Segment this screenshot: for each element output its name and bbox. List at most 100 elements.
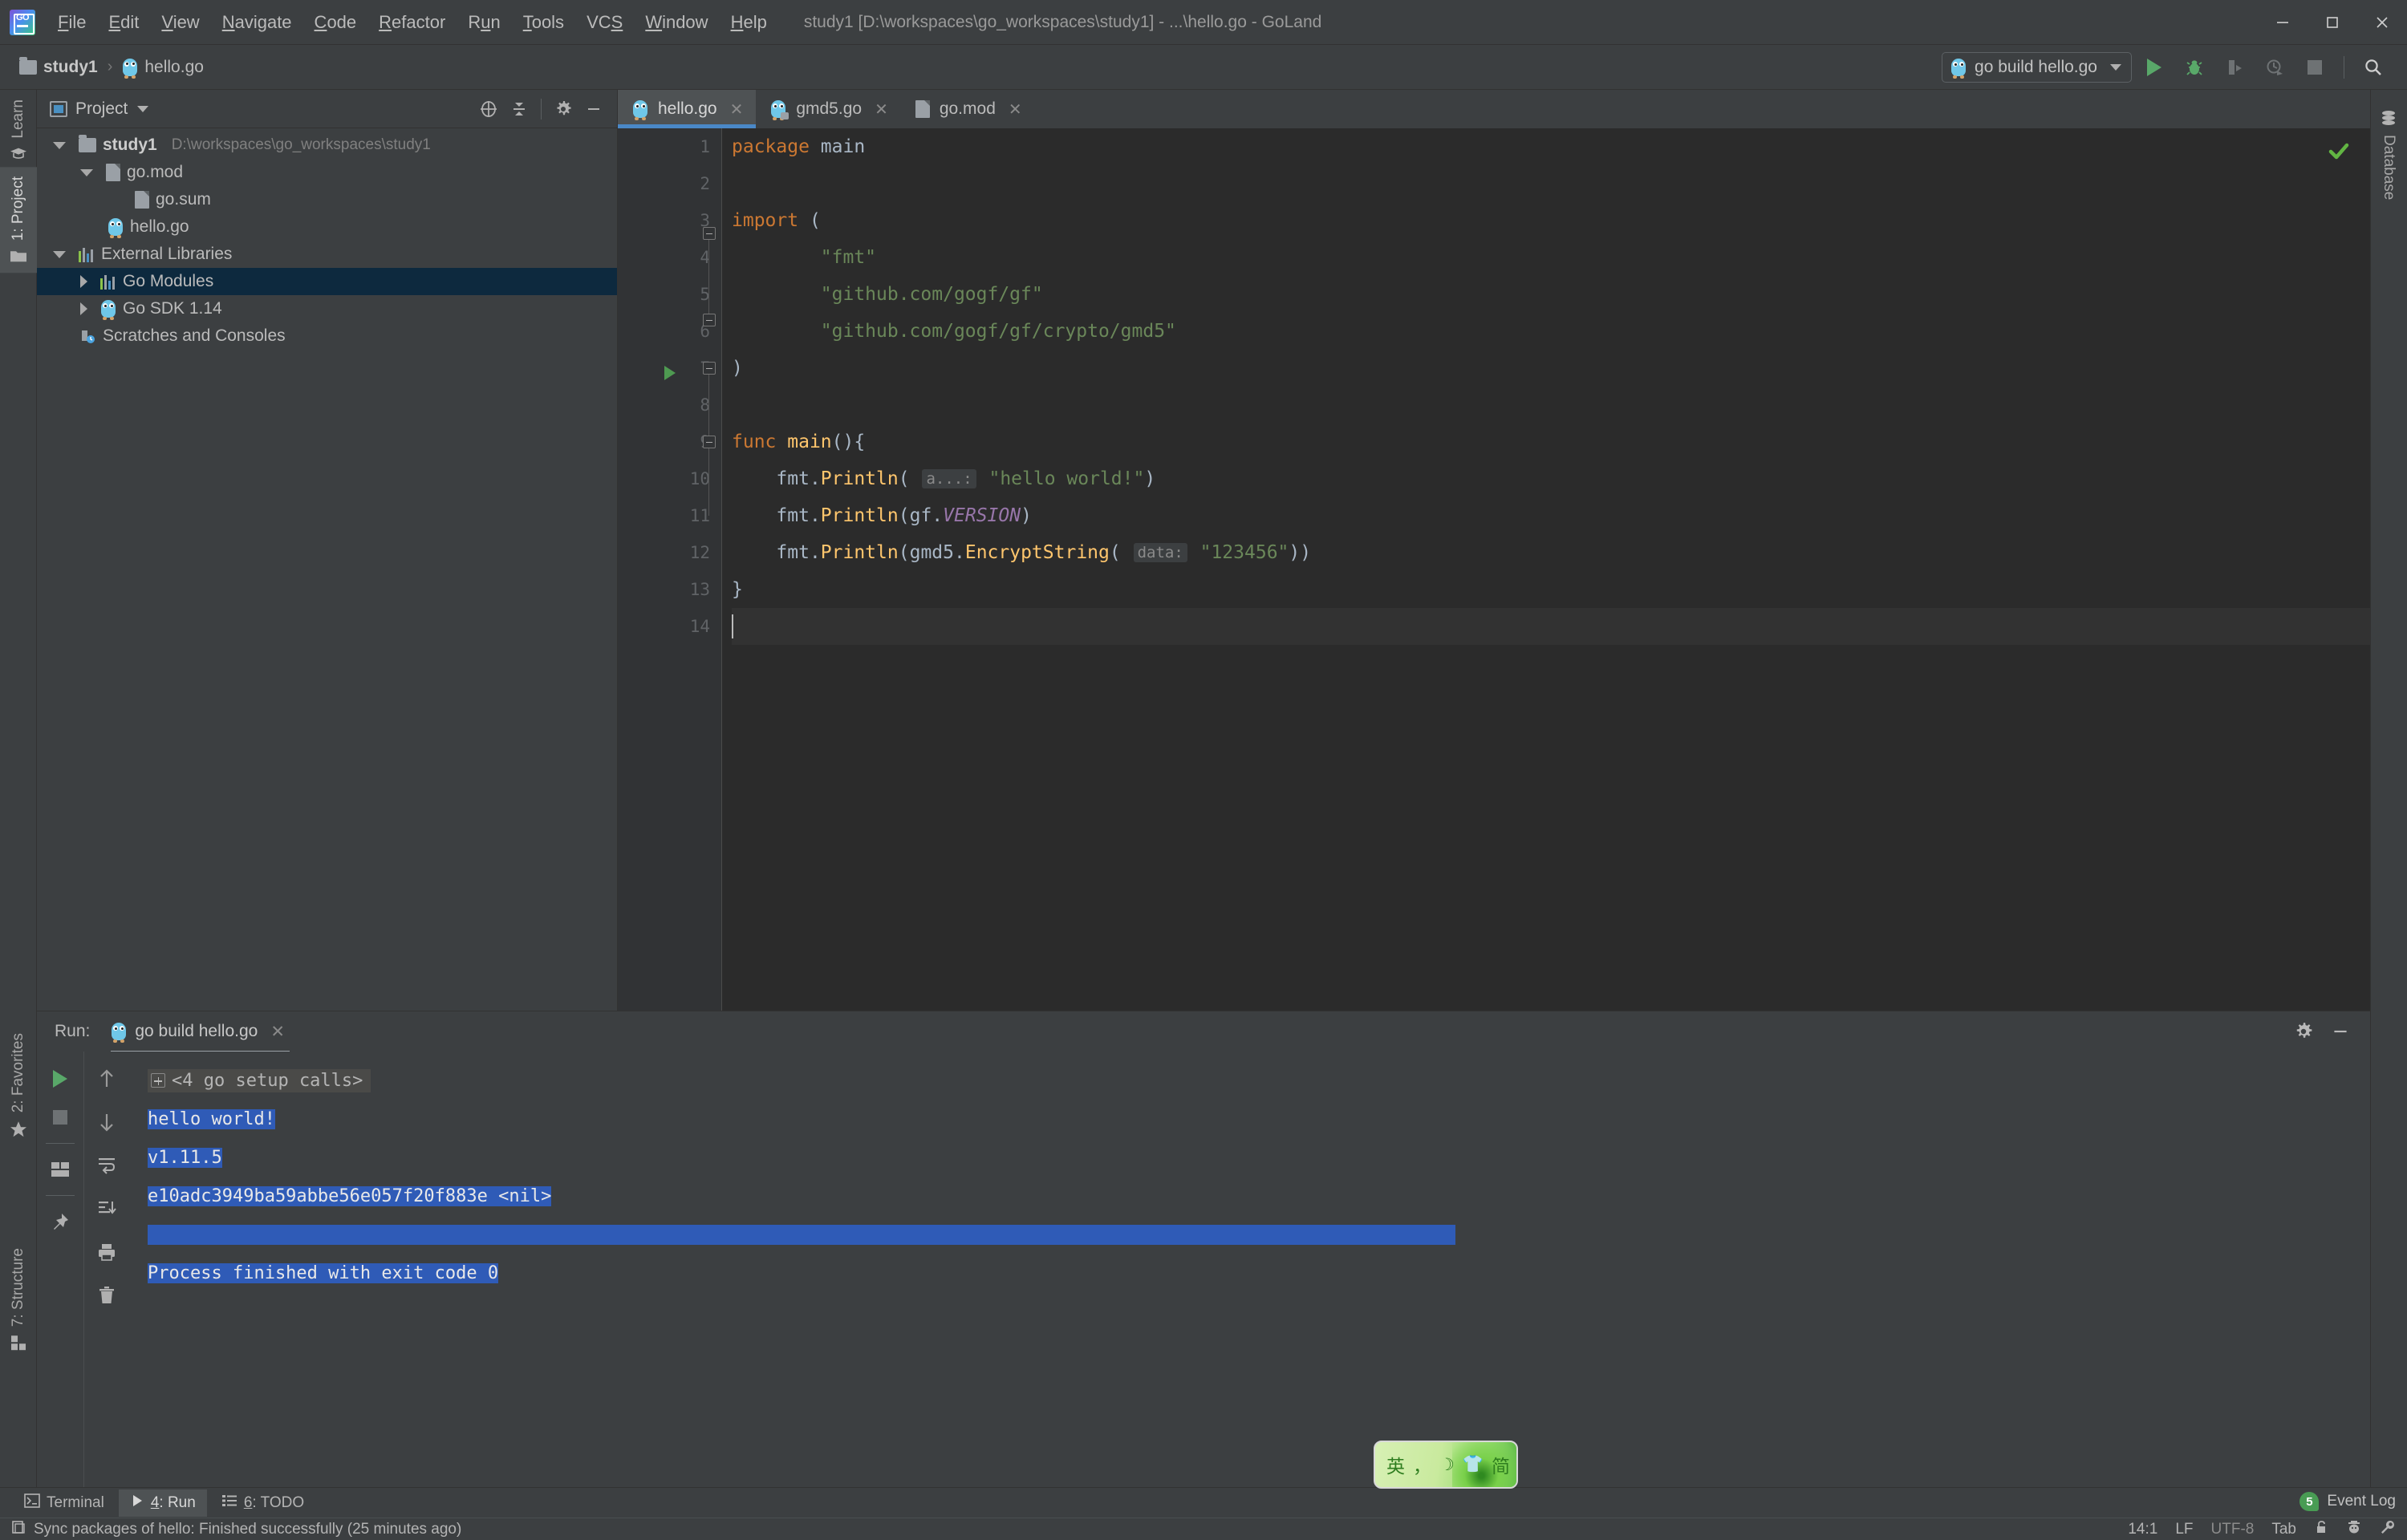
run-settings-button[interactable]: [2290, 1018, 2317, 1045]
console-output-line[interactable]: e10adc3949ba59abbe56e057f20f883e <nil>: [148, 1177, 2370, 1215]
expand-twisty-closed-icon[interactable]: [80, 275, 87, 288]
breadcrumb-item-file[interactable]: hello.go: [122, 57, 204, 78]
code-line-8[interactable]: [732, 387, 2370, 424]
console-output-line[interactable]: hello world!: [148, 1100, 2370, 1138]
layout-button[interactable]: [43, 1152, 78, 1187]
close-button[interactable]: [2357, 0, 2407, 45]
sidebar-item-database[interactable]: Database: [2370, 98, 2407, 211]
run-configuration-selector[interactable]: go build hello.go: [1942, 52, 2132, 83]
code-line-2[interactable]: [732, 165, 2370, 202]
code-line-13[interactable]: }: [732, 571, 2370, 608]
close-icon[interactable]: ✕: [1009, 99, 1022, 120]
run-gutter-icon[interactable]: [664, 366, 676, 380]
menu-item-run[interactable]: Run: [457, 9, 511, 36]
code-line-14[interactable]: [732, 608, 2370, 645]
menu-item-view[interactable]: View: [150, 9, 210, 36]
menu-item-refactor[interactable]: Refactor: [367, 9, 457, 36]
pin-tab-button[interactable]: [43, 1204, 78, 1239]
collapse-all-button[interactable]: [505, 95, 533, 123]
menu-item-vcs[interactable]: VCS: [575, 9, 634, 36]
menu-item-edit[interactable]: Edit: [97, 9, 150, 36]
tree-node-go-modules-hello[interactable]: Go Modules: [37, 268, 617, 295]
editor-tab-gmd5-go[interactable]: gmd5.go✕: [756, 90, 901, 128]
hide-panel-button[interactable]: [580, 95, 607, 123]
stop-button[interactable]: [2297, 50, 2332, 85]
down-button[interactable]: [89, 1104, 124, 1140]
menu-item-tools[interactable]: Tools: [512, 9, 575, 36]
code-line-5[interactable]: "github.com/gogf/gf": [732, 276, 2370, 313]
console-fold-region[interactable]: <4 go setup calls>: [148, 1069, 371, 1092]
hector-inspector-icon[interactable]: [2346, 1520, 2362, 1539]
code-editor[interactable]: 1234567891011121314 package main import (…: [618, 128, 2370, 1011]
expand-plus-icon[interactable]: [151, 1073, 165, 1088]
project-panel-title[interactable]: Project: [50, 99, 148, 119]
menu-item-help[interactable]: Help: [720, 9, 778, 36]
code-line-10[interactable]: fmt.Println( a...: "hello world!"): [732, 460, 2370, 497]
bottom-tab-terminal[interactable]: Terminal: [13, 1489, 116, 1517]
code-line-7[interactable]: ): [732, 350, 2370, 387]
tree-node-scratches-and-consoles[interactable]: Scratches and Consoles: [37, 322, 617, 350]
settings-button[interactable]: [550, 95, 577, 123]
breadcrumb-item-project[interactable]: study1: [19, 58, 98, 77]
run-with-coverage-button[interactable]: [2217, 50, 2252, 85]
clear-all-button[interactable]: [89, 1278, 124, 1313]
code-line-11[interactable]: fmt.Println(gf.VERSION): [732, 497, 2370, 534]
expand-twisty-open-icon[interactable]: [53, 251, 66, 258]
code-line-9[interactable]: func main(){: [732, 424, 2370, 460]
minimize-button[interactable]: [2258, 0, 2308, 45]
soft-wrap-button[interactable]: [89, 1148, 124, 1183]
scroll-to-end-button[interactable]: [89, 1191, 124, 1226]
tree-node-external-libraries[interactable]: External Libraries: [37, 241, 617, 268]
ime-language-bar[interactable]: 英 ， ☽ 👕 简: [1374, 1441, 1518, 1489]
status-message[interactable]: Sync packages of hello: Finished success…: [11, 1520, 461, 1539]
menu-item-window[interactable]: Window: [634, 9, 719, 36]
maximize-button[interactable]: [2308, 0, 2357, 45]
run-button[interactable]: [2137, 50, 2172, 85]
menu-item-file[interactable]: File: [47, 9, 97, 36]
sidebar-item-structure[interactable]: 7: Structure: [0, 1238, 37, 1360]
tree-node-go-sum[interactable]: go.sum: [37, 186, 617, 213]
hide-run-panel-button[interactable]: [2327, 1018, 2354, 1045]
console-output-line[interactable]: [148, 1215, 2370, 1254]
run-console[interactable]: <4 go setup calls> hello world!v1.11.5e10…: [128, 1052, 2370, 1487]
close-icon[interactable]: ✕: [270, 1022, 285, 1042]
expand-twisty-closed-icon[interactable]: [80, 302, 87, 315]
run-tab[interactable]: go build hello.go ✕: [104, 1016, 296, 1047]
close-icon[interactable]: ✕: [730, 99, 744, 120]
fold-region-func-icon[interactable]: [703, 362, 716, 375]
sidebar-item-favorites[interactable]: 2: Favorites: [0, 1023, 37, 1147]
tree-node-hello-go[interactable]: hello.go: [37, 213, 617, 241]
tree-node-go-sdk-1-14[interactable]: Go SDK 1.14: [37, 295, 617, 322]
console-output-line[interactable]: Process finished with exit code 0: [148, 1254, 2370, 1292]
editor-gutter[interactable]: 1234567891011121314: [618, 128, 722, 1011]
close-icon[interactable]: ✕: [875, 99, 888, 120]
up-button[interactable]: [89, 1061, 124, 1096]
indent-setting[interactable]: Tab: [2271, 1521, 2296, 1538]
search-everywhere-button[interactable]: [2356, 50, 2391, 85]
inspection-ok-check-icon[interactable]: [2327, 140, 2351, 168]
tree-node-go-mod[interactable]: go.mod: [37, 159, 617, 186]
menu-item-code[interactable]: Code: [303, 9, 368, 36]
console-output-line[interactable]: v1.11.5: [148, 1138, 2370, 1177]
bottom-tab-6-todo[interactable]: 6: TODO: [210, 1489, 315, 1517]
code-line-12[interactable]: fmt.Println(gmd5.EncryptString( data: "1…: [732, 534, 2370, 571]
menu-item-navigate[interactable]: Navigate: [211, 9, 303, 36]
sidebar-item-learn[interactable]: Learn: [0, 90, 37, 171]
fold-region-import-icon[interactable]: [703, 227, 716, 240]
print-button[interactable]: [89, 1234, 124, 1270]
code-line-4[interactable]: "fmt": [732, 239, 2370, 276]
tree-node-study1[interactable]: study1D:\workspaces\go_workspaces\study1: [37, 132, 617, 159]
file-encoding[interactable]: UTF-8: [2211, 1521, 2255, 1538]
editor-tab-hello-go[interactable]: hello.go✕: [618, 90, 756, 128]
code-line-1[interactable]: package main: [732, 128, 2370, 165]
code-text[interactable]: package main import ( "fmt" "github.com/g…: [722, 128, 2370, 1011]
fold-region-import-end-icon[interactable]: [703, 314, 716, 326]
code-line-6[interactable]: "github.com/gogf/gf/crypto/gmd5": [732, 313, 2370, 350]
sidebar-item-project[interactable]: 1: Project: [0, 167, 37, 273]
code-line-3[interactable]: import (: [732, 202, 2370, 239]
debug-button[interactable]: [2177, 50, 2212, 85]
stop-button[interactable]: [43, 1100, 78, 1135]
caret-position[interactable]: 14:1: [2128, 1521, 2157, 1538]
profile-button[interactable]: [2257, 50, 2292, 85]
expand-twisty-open-icon[interactable]: [80, 169, 93, 176]
